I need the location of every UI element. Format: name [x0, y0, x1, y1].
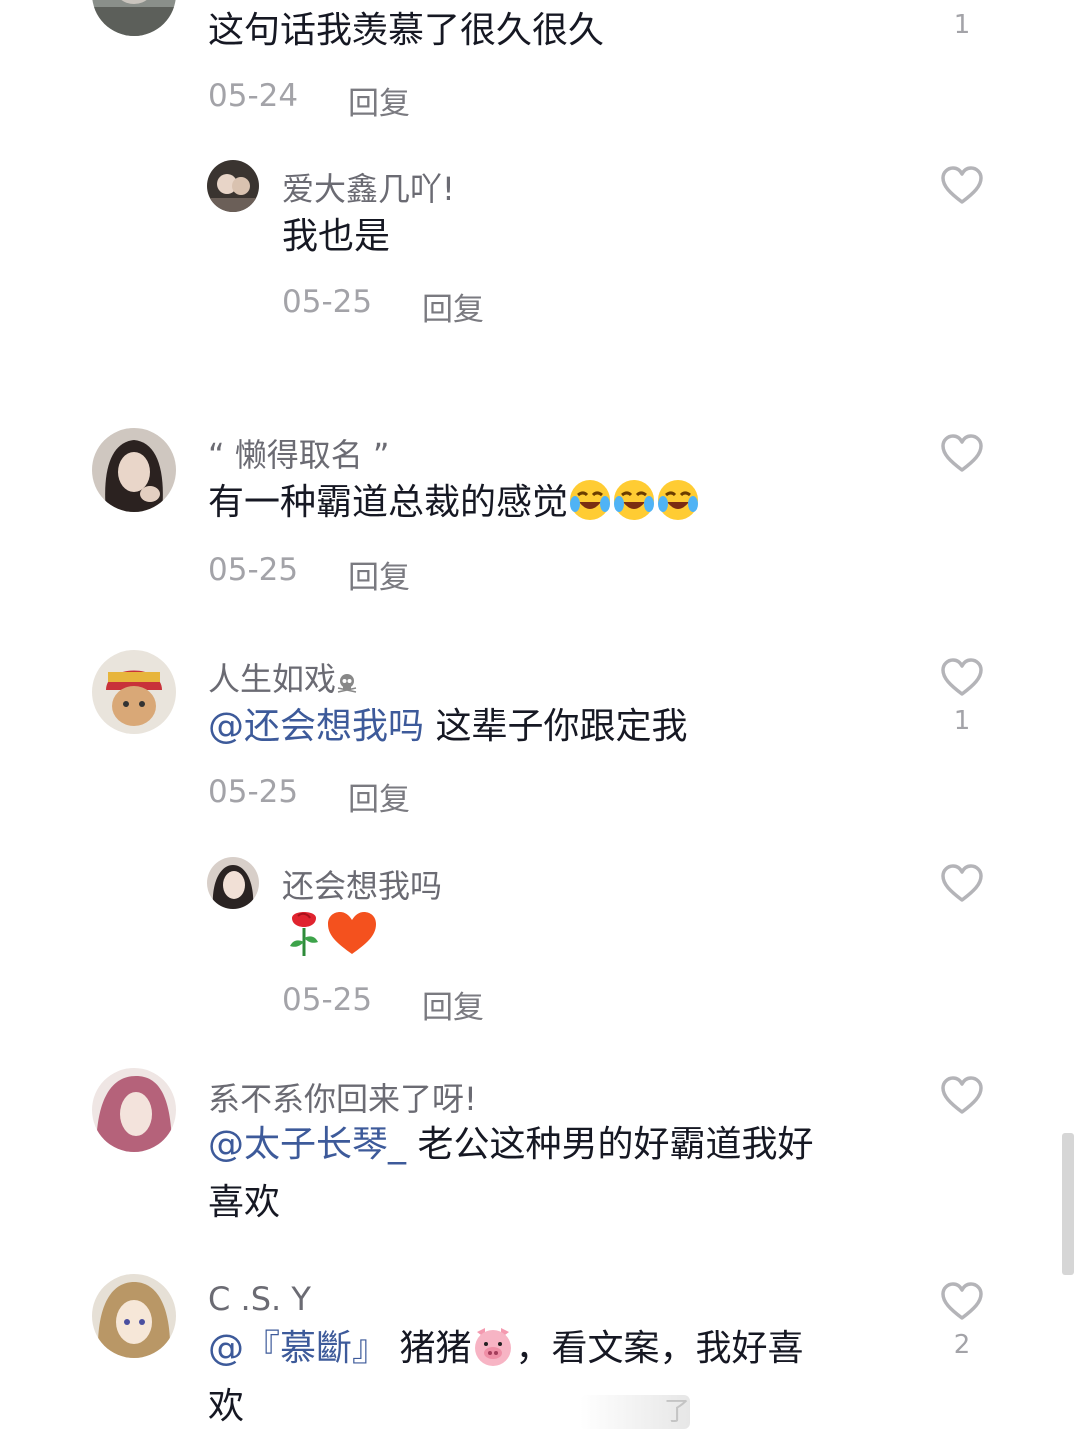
username[interactable]: “ 懒得取名 ” [208, 430, 390, 476]
username[interactable]: 爱大鑫几吖! [282, 164, 455, 210]
comment-text: @还会想我吗 这辈子你跟定我 [208, 698, 687, 756]
pig-face-emoji [475, 1328, 512, 1366]
username[interactable]: 人生如戏 [208, 654, 358, 700]
crying-laughing-emoji [614, 480, 655, 520]
reply-button[interactable]: 回复 [348, 552, 410, 597]
watermark: 了 [580, 1395, 690, 1429]
mention-link[interactable]: @还会想我吗 [208, 706, 424, 747]
comment-date: 05-25 [282, 982, 373, 1018]
username[interactable]: C .S. Y [208, 1280, 311, 1318]
comment-text: 有一种霸道总裁的感觉 [208, 474, 700, 532]
comment-text-main: 有一种霸道总裁的感觉 [208, 482, 569, 523]
username[interactable]: 系不系你回来了呀! [208, 1074, 477, 1120]
comment-text: 这句话我羡慕了很久很久 [208, 10, 605, 51]
reply-button[interactable]: 回复 [348, 78, 410, 123]
avatar[interactable] [92, 0, 176, 36]
mention-link[interactable]: @太子长琴_ [208, 1124, 406, 1165]
avatar[interactable] [92, 1068, 176, 1152]
comment-date: 05-25 [208, 552, 299, 588]
heart-icon[interactable] [940, 1076, 984, 1116]
like-count: 1 [953, 10, 971, 40]
comment-date: 05-25 [208, 774, 299, 810]
reply-button[interactable]: 回复 [422, 982, 484, 1027]
comment-date: 05-25 [282, 284, 373, 320]
username-text: 人生如戏 [208, 660, 337, 698]
comment-text-main: 这辈子你跟定我 [424, 706, 688, 747]
scrollbar[interactable] [1062, 1133, 1074, 1275]
heart-icon[interactable] [940, 658, 984, 698]
heart-icon[interactable] [940, 434, 984, 474]
heart-icon[interactable] [940, 864, 984, 904]
mention-link[interactable]: @『慕斷』 [208, 1328, 388, 1369]
crying-laughing-emoji [658, 480, 699, 520]
comment-text-line2: 欢 [208, 1386, 245, 1427]
heart-icon[interactable] [940, 166, 984, 206]
heart-icon[interactable] [940, 1282, 984, 1322]
reply-button[interactable]: 回复 [422, 284, 484, 329]
comment-emojis [282, 908, 378, 966]
avatar[interactable] [92, 650, 176, 734]
like-count: 1 [953, 706, 971, 736]
avatar[interactable] [92, 428, 176, 512]
comment-text-part1: 猪猪 [388, 1328, 472, 1369]
orange-heart-emoji [328, 912, 376, 954]
comment-text: 我也是 [282, 216, 391, 257]
comment-text: @太子长琴_ 老公这种男的好霸道我好 喜欢 [208, 1116, 908, 1232]
rose-emoji [290, 912, 318, 956]
comment-text-line2: 喜欢 [208, 1182, 281, 1223]
username[interactable]: 还会想我吗 [282, 861, 442, 907]
like-count: 2 [953, 1330, 971, 1360]
comment-text-line1: 老公这种男的好霸道我好 [406, 1124, 814, 1165]
avatar[interactable] [92, 1274, 176, 1358]
skull-icon [337, 674, 357, 693]
avatar[interactable] [207, 857, 259, 909]
avatar[interactable] [207, 160, 259, 212]
comment-date: 05-24 [208, 78, 299, 114]
reply-button[interactable]: 回复 [348, 774, 410, 819]
comment-list: 这句话我羡慕了很久很久 1 05-24 回复 爱大鑫几吖! 我也是 05-25 … [0, 0, 1080, 1439]
comment-text-part2: ，看文案，我好喜 [515, 1328, 804, 1369]
crying-laughing-emoji [570, 480, 611, 520]
comment-text: @『慕斷』 猪猪 ，看文案，我好喜 欢 [208, 1320, 908, 1436]
